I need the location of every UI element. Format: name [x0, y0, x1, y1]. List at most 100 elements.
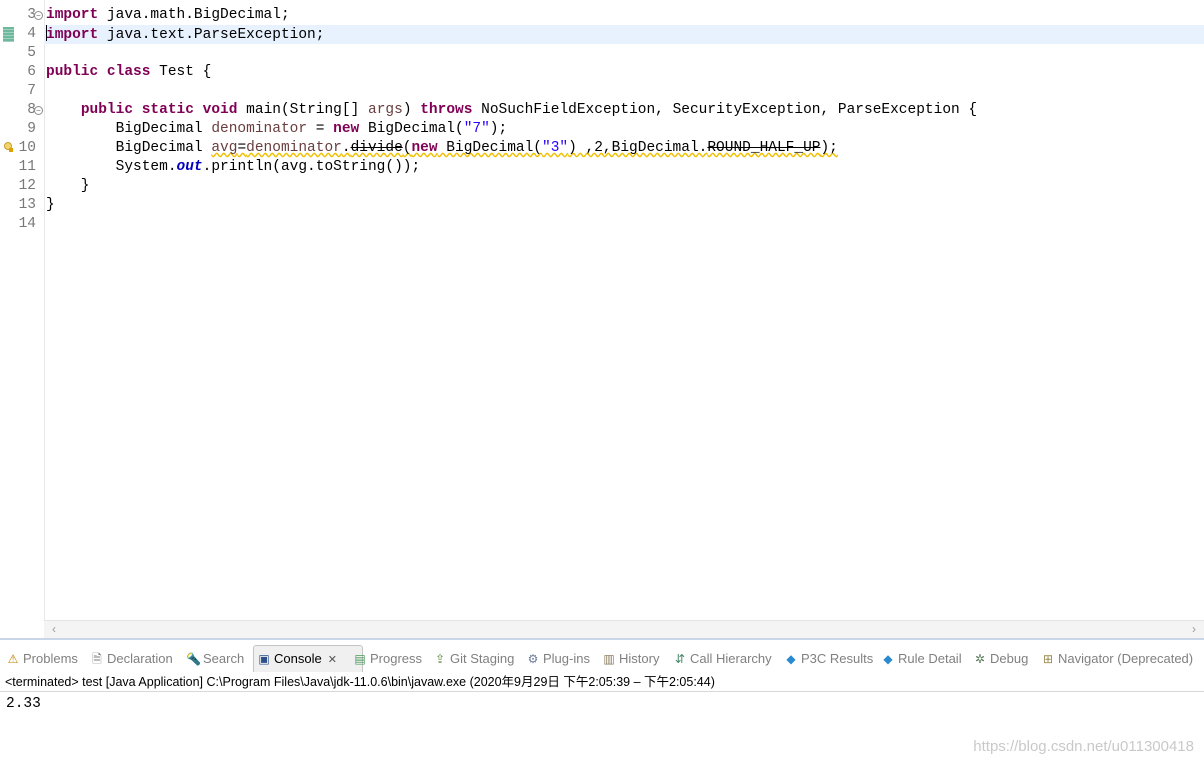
tab-call-hierarchy[interactable]: ⇵ Call Hierarchy	[670, 646, 772, 672]
tab-label: Declaration	[107, 651, 173, 666]
code-text: );	[489, 121, 508, 137]
tab-rule-detail[interactable]: ◆ Rule Detail	[878, 646, 962, 672]
code-line-13[interactable]: }	[44, 196, 1204, 215]
keyword: public	[80, 102, 134, 118]
console-output[interactable]: 2.33	[6, 696, 41, 712]
plugins-icon: ⚙	[527, 652, 539, 666]
line-number: 5	[27, 45, 36, 61]
tab-p3c-results[interactable]: ◆ P3C Results	[781, 646, 873, 672]
code-line-3[interactable]: import java.math.BigDecimal;	[44, 6, 1204, 25]
tab-label: Progress	[370, 651, 423, 666]
keyword: public	[46, 64, 99, 80]
problems-icon: ⚠	[7, 652, 19, 666]
local-variable: denominator	[246, 140, 342, 156]
code-text: .	[341, 140, 351, 156]
line-number: 10	[18, 140, 36, 156]
line-number: 9	[27, 121, 36, 137]
line-number: 6	[27, 64, 36, 80]
code-text: System.	[46, 159, 177, 175]
line-number: 7	[27, 83, 36, 99]
watermark: https://blog.csdn.net/u011300418	[973, 738, 1194, 755]
tab-label: Debug	[990, 651, 1029, 666]
tab-plugins[interactable]: ⚙ Plug-ins	[523, 646, 590, 672]
keyword: throws	[420, 102, 473, 118]
line-number: 14	[18, 216, 36, 232]
deprecated-constant: ROUND_HALF_UP	[707, 140, 821, 156]
tab-history[interactable]: ▥ History	[599, 646, 659, 672]
tab-console[interactable]: ▣ Console ✕	[253, 645, 363, 672]
progress-icon: ▤	[354, 652, 366, 666]
fold-collapse-icon[interactable]: –	[34, 106, 43, 115]
tab-navigator[interactable]: ⊞ Navigator (Deprecated)	[1038, 646, 1193, 672]
code-text: java.text.ParseException;	[98, 27, 325, 43]
tab-label: Git Staging	[450, 651, 515, 666]
keyword: new	[333, 121, 360, 137]
keyword: import	[46, 7, 99, 23]
code-text: BigDecimal	[46, 121, 212, 137]
tab-label: Plug-ins	[543, 651, 590, 666]
declaration-icon: 🗎	[92, 652, 102, 666]
static-field: out	[176, 159, 203, 175]
code-text: BigDecimal(	[359, 121, 464, 137]
code-text: BigDecimal(	[437, 140, 543, 156]
tab-problems[interactable]: ⚠ Problems	[3, 646, 78, 672]
annotation-ruler	[0, 0, 16, 620]
search-icon: 🔦	[186, 652, 201, 666]
tab-label: Rule Detail	[898, 651, 962, 666]
warning-underlined-code[interactable]: avg=denominator.divide(new BigDecimal("3…	[211, 140, 838, 156]
code-text: ) ,2,BigDecimal.	[568, 140, 708, 156]
change-marker	[3, 27, 14, 42]
code-text: .println(avg.toString());	[202, 159, 421, 175]
rule-detail-icon: ◆	[883, 652, 893, 666]
code-line-8[interactable]: public static void main(String[] args) t…	[44, 101, 1204, 120]
line-number-gutter: 2 3 – 4 5 6 7 8 – 9 10 11 12 13 14	[16, 0, 45, 620]
code-editor[interactable]: 2 3 – 4 5 6 7 8 – 9 10 11 12 13 14 impor…	[0, 0, 1204, 638]
scroll-right-icon[interactable]: ›	[1186, 621, 1202, 638]
local-variable: avg	[211, 140, 238, 156]
code-text: BigDecimal	[46, 140, 212, 156]
code-text: =	[237, 140, 247, 156]
keyword: static	[141, 102, 194, 118]
string-literal: "3"	[542, 140, 569, 156]
code-line-4[interactable]: import java.text.ParseException;	[44, 25, 1204, 44]
console-icon: ▣	[258, 652, 270, 666]
debug-icon: ✲	[974, 652, 986, 666]
tab-label: Console	[274, 651, 322, 666]
p3c-results-icon: ◆	[786, 652, 796, 666]
scroll-left-icon[interactable]: ‹	[46, 621, 62, 638]
keyword: i	[46, 27, 55, 43]
code-text: java.math.BigDecimal;	[98, 7, 290, 23]
tab-search[interactable]: 🔦 Search	[183, 646, 244, 672]
tab-git-staging[interactable]: ⇪ Git Staging	[430, 646, 514, 672]
keyword: void	[202, 102, 238, 118]
local-variable: denominator	[211, 121, 308, 137]
code-line-11[interactable]: System.out.println(avg.toString());	[44, 158, 1204, 177]
code-line-12[interactable]: }	[44, 177, 1204, 196]
code-line-9[interactable]: BigDecimal denominator = new BigDecimal(…	[44, 120, 1204, 139]
code-text: Test {	[150, 64, 212, 80]
code-line-10[interactable]: BigDecimal avg=denominator.divide(new Bi…	[44, 139, 1204, 158]
tab-label: Call Hierarchy	[690, 651, 772, 666]
tab-label: History	[619, 651, 660, 666]
tab-declaration[interactable]: 🗎 Declaration	[87, 646, 173, 672]
line-number: 12	[18, 178, 36, 194]
deprecated-method: divide	[350, 140, 403, 156]
git-staging-icon: ⇪	[434, 652, 446, 666]
fold-collapse-icon[interactable]: –	[34, 11, 43, 20]
bottom-view-panel: ⚠ Problems 🗎 Declaration 🔦 Search ▣ Console ✕…	[0, 638, 1204, 766]
code-text: )	[402, 102, 421, 118]
tab-label: Navigator (Deprecated)	[1058, 651, 1194, 666]
tab-label: P3C Results	[801, 651, 874, 666]
close-icon[interactable]: ✕	[328, 654, 337, 666]
horizontal-scrollbar[interactable]: ‹ ›	[44, 620, 1204, 638]
tab-debug[interactable]: ✲ Debug	[970, 646, 1028, 672]
code-text: =	[307, 121, 334, 137]
tab-progress[interactable]: ▤ Progress	[350, 646, 422, 672]
code-text: NoSuchFieldException, SecurityException,…	[472, 102, 978, 118]
code-line-6[interactable]: public class Test {	[44, 63, 1204, 82]
code-text: );	[820, 140, 838, 156]
code-text-area[interactable]: import java.math.BigDecimal; import java…	[44, 0, 1204, 620]
warning-bulb-icon[interactable]	[4, 142, 14, 152]
tab-label: Search	[203, 651, 245, 666]
line-number: 13	[18, 197, 36, 213]
